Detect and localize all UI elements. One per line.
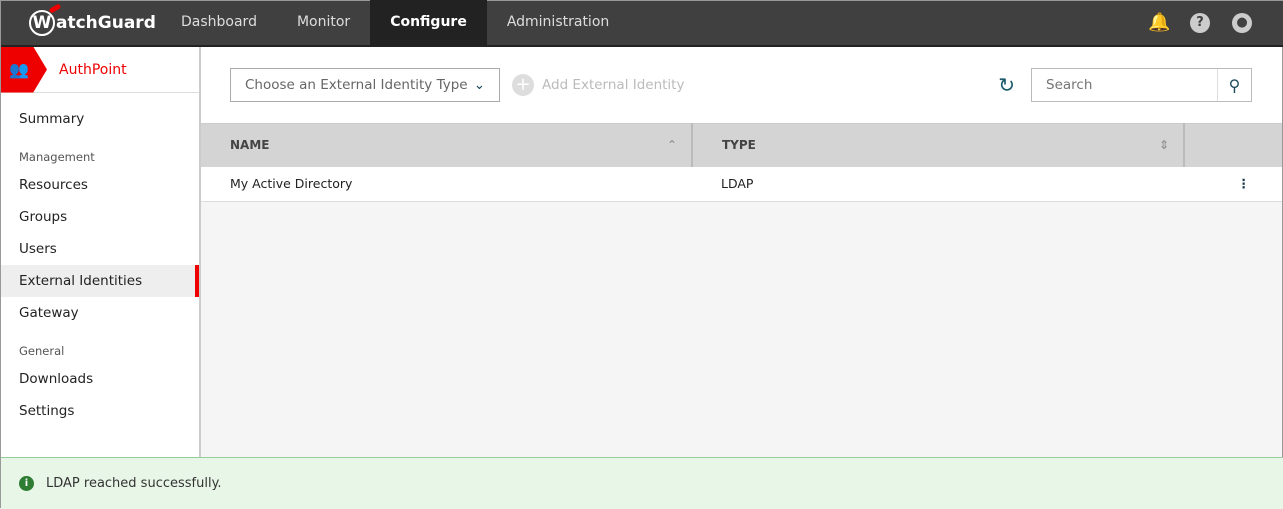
column-header-actions: [1184, 123, 1282, 167]
sidebar-item-groups[interactable]: Groups: [1, 201, 199, 233]
sidebar-item-summary[interactable]: Summary: [1, 103, 199, 135]
search-input[interactable]: [1032, 69, 1218, 101]
identity-type-select[interactable]: Choose an External Identity Type ⌄: [230, 68, 500, 102]
column-type-label: TYPE: [722, 138, 756, 153]
nav-configure[interactable]: Configure: [370, 0, 487, 46]
search-box: ⚲: [1031, 68, 1252, 102]
authpoint-header[interactable]: 👥 AuthPoint: [1, 46, 199, 93]
user-icon[interactable]: ●: [1232, 13, 1252, 33]
sort-icon: ⇕: [1158, 138, 1169, 153]
add-external-identity-button[interactable]: + Add External Identity: [512, 74, 684, 96]
nav-monitor[interactable]: Monitor: [277, 0, 370, 46]
cell-type: LDAP: [692, 166, 1184, 202]
refresh-icon[interactable]: ↻: [998, 73, 1015, 97]
sidebar-item-users[interactable]: Users: [1, 233, 199, 265]
column-name-label: NAME: [230, 138, 270, 153]
sidebar-item-downloads[interactable]: Downloads: [1, 363, 199, 395]
success-notification: i LDAP reached successfully.: [1, 457, 1283, 509]
cell-name[interactable]: My Active Directory: [201, 166, 692, 202]
management-heading: Management: [19, 150, 95, 164]
column-header-name[interactable]: NAME ⌃: [201, 123, 693, 167]
sidebar-item-resources[interactable]: Resources: [1, 169, 199, 201]
table-row[interactable]: My Active Directory LDAP ⋮: [201, 166, 1282, 202]
sidebar: 👥 AuthPoint Summary Management Resources…: [1, 46, 201, 457]
plus-icon: +: [512, 74, 534, 96]
top-nav-bar: WatchGuard Dashboard Monitor Configure A…: [1, 0, 1283, 47]
nav-dashboard[interactable]: Dashboard: [161, 0, 277, 46]
authpoint-label: AuthPoint: [59, 61, 127, 78]
identities-table: NAME ⌃ TYPE ⇕ My Active Directory LDAP ⋮: [201, 123, 1282, 202]
select-placeholder: Choose an External Identity Type: [245, 77, 468, 93]
chevron-down-icon: ⌄: [473, 77, 485, 93]
watchguard-logo[interactable]: WatchGuard: [1, 10, 161, 36]
general-heading: General: [19, 344, 65, 358]
add-label: Add External Identity: [542, 77, 685, 93]
nav-administration[interactable]: Administration: [487, 0, 629, 46]
search-icon[interactable]: ⚲: [1218, 76, 1251, 95]
column-header-type[interactable]: TYPE ⇕: [692, 123, 1185, 167]
sidebar-item-gateway[interactable]: Gateway: [1, 297, 199, 329]
help-icon[interactable]: ?: [1190, 13, 1210, 33]
authpoint-icon: 👥: [1, 46, 47, 93]
sort-asc-icon: ⌃: [666, 138, 677, 153]
main-content: Choose an External Identity Type ⌄ + Add…: [201, 47, 1282, 457]
bell-icon[interactable]: 🔔: [1148, 13, 1170, 33]
notification-message: LDAP reached successfully.: [46, 476, 222, 491]
more-options-icon[interactable]: ⋮: [1184, 166, 1282, 202]
info-icon: i: [19, 476, 34, 491]
sidebar-item-settings[interactable]: Settings: [1, 395, 199, 427]
sidebar-item-external-identities[interactable]: External Identities: [1, 265, 199, 297]
toolbar: Choose an External Identity Type ⌄ + Add…: [201, 47, 1282, 123]
